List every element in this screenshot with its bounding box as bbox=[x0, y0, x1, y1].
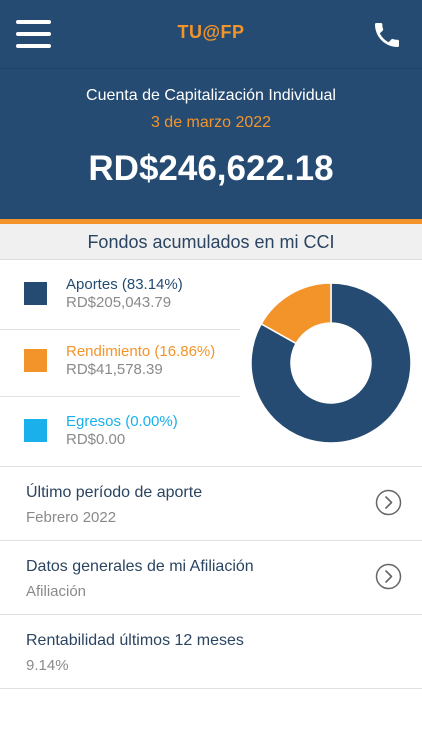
balance-date: 3 de marzo 2022 bbox=[150, 114, 272, 131]
phone-icon[interactable] bbox=[371, 19, 403, 51]
aportes-swatch bbox=[24, 282, 47, 305]
account-title: Cuenta de Capitalización Individual bbox=[86, 87, 336, 104]
affiliation-data-label: Datos generales de mi Afiliación bbox=[26, 558, 254, 575]
aportes-value: RD$205,043.79 bbox=[66, 294, 172, 311]
funds-donut-chart bbox=[250, 282, 412, 444]
affiliation-data-row[interactable]: Datos generales de mi Afiliación Afiliac… bbox=[0, 541, 422, 614]
balance-amount: RD$246,622.18 bbox=[88, 149, 334, 188]
profitability-value: 9.14% bbox=[26, 657, 69, 674]
egresos-swatch bbox=[24, 419, 47, 442]
aportes-label: Aportes (83.14%) bbox=[66, 276, 183, 293]
legend-item-egresos: Egresos (0.00%) RD$0.00 bbox=[0, 397, 240, 467]
profitability-label: Rentabilidad últimos 12 meses bbox=[26, 632, 244, 649]
funds-section-title: Fondos acumulados en mi CCI bbox=[0, 224, 422, 260]
legend-item-aportes: Aportes (83.14%) RD$205,043.79 bbox=[0, 260, 240, 330]
last-contribution-row[interactable]: Último período de aporte Febrero 2022 bbox=[0, 467, 422, 540]
last-contribution-value: Febrero 2022 bbox=[26, 509, 117, 526]
rendimiento-value: RD$41,578.39 bbox=[66, 361, 163, 378]
app-brand: TU@FP bbox=[177, 22, 245, 42]
affiliation-data-value: Afiliación bbox=[26, 583, 87, 600]
last-contribution-label: Último período de aporte bbox=[26, 484, 203, 501]
account-header: Cuenta de Capitalización Individual 3 de… bbox=[0, 68, 422, 219]
navbar: TU@FP bbox=[0, 0, 422, 68]
row-divider bbox=[0, 688, 422, 689]
egresos-value: RD$0.00 bbox=[66, 431, 126, 448]
profitability-row: Rentabilidad últimos 12 meses 9.14% bbox=[0, 615, 422, 688]
legend-item-rendimiento: Rendimiento (16.86%) RD$41,578.39 bbox=[0, 327, 240, 397]
egresos-label: Egresos (0.00%) bbox=[66, 413, 178, 430]
chevron-right-circle-icon[interactable] bbox=[375, 489, 402, 516]
rendimiento-swatch bbox=[24, 349, 47, 372]
rendimiento-label: Rendimiento (16.86%) bbox=[66, 343, 216, 360]
chevron-right-circle-icon[interactable] bbox=[375, 563, 402, 590]
